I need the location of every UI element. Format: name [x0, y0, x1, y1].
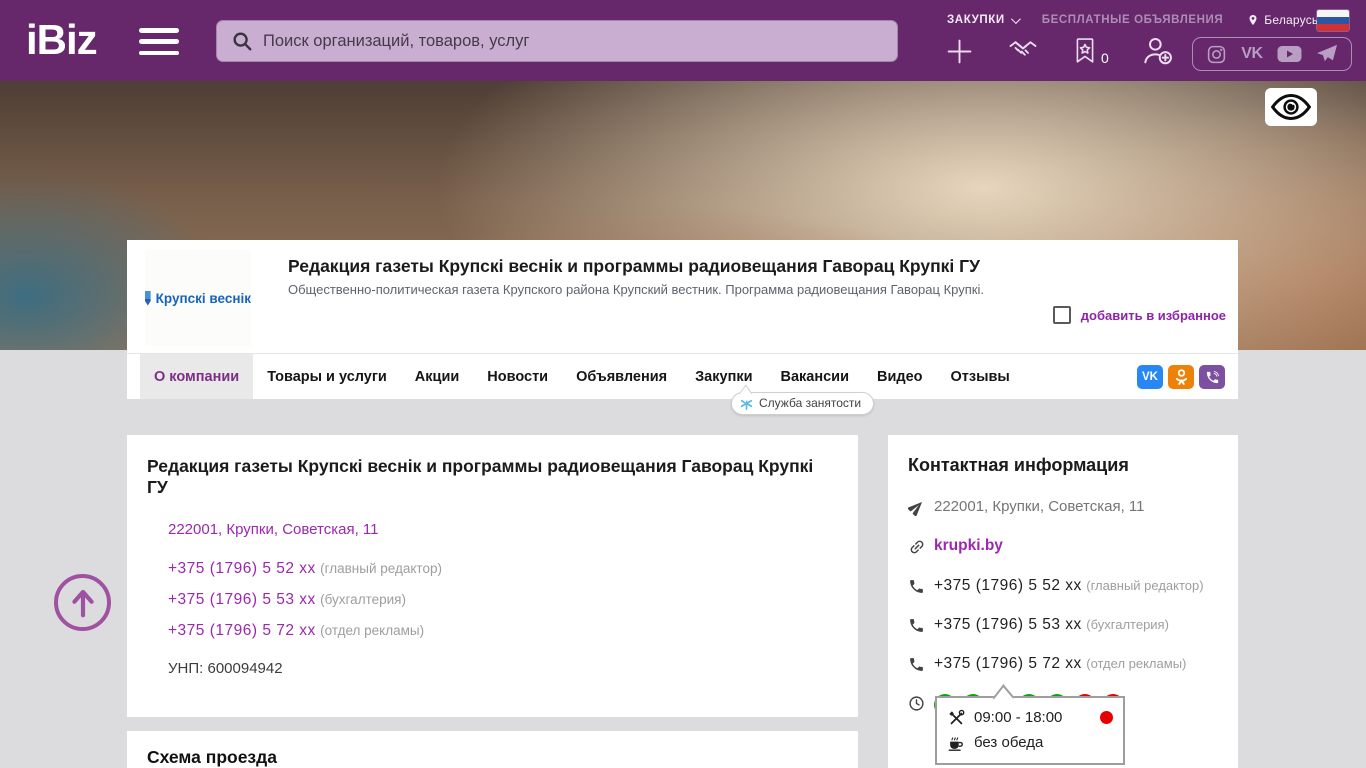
about-section: Редакция газеты Крупскі веснік и програм… [127, 435, 858, 717]
tab-products[interactable]: Товары и услуги [253, 354, 401, 399]
contact-phone-row: +375 (1796) 5 52 xx (главный редактор) [908, 577, 1218, 600]
free-ads-link[interactable]: БЕСПЛАТНЫЕ ОБЪЯВЛЕНИЯ [1042, 14, 1224, 26]
schedule-lunch-row: без обеда [947, 730, 1113, 755]
employment-asterisk-icon [740, 396, 753, 410]
about-phone-row: +375 (1796) 5 72 xx (отдел рекламы) [168, 622, 838, 640]
telegram-icon[interactable] [1316, 44, 1338, 64]
clock-icon [908, 694, 934, 717]
search-bar [216, 20, 898, 62]
map-section: Схема проезда [127, 731, 858, 768]
tab-about[interactable]: О компании [140, 354, 254, 399]
scroll-to-top-button[interactable] [54, 574, 111, 631]
contact-phone-row: +375 (1796) 5 72 xx (отдел рекламы) [908, 655, 1218, 678]
phone-icon [908, 577, 934, 600]
phone-label: (главный редактор) [1086, 578, 1204, 593]
person-add-icon[interactable] [1142, 36, 1174, 66]
employment-service-badge[interactable]: Служба занятости [731, 392, 875, 415]
hamburger-menu-icon[interactable] [139, 28, 179, 55]
about-title: Редакция газеты Крупскі веснік и програм… [147, 456, 814, 498]
website-link[interactable]: krupki.by [934, 537, 1003, 555]
about-phone-row: +375 (1796) 5 52 xx (главный редактор) [168, 560, 838, 578]
phone-label: (бухгалтерия) [1086, 617, 1169, 632]
lang-flag-ru[interactable] [1317, 10, 1349, 31]
tab-ads[interactable]: Объявления [562, 354, 681, 399]
schedule-lunch: без обеда [974, 734, 1044, 751]
accessibility-eye-button[interactable] [1265, 88, 1317, 126]
vk-icon[interactable]: VK [1241, 45, 1263, 63]
closed-now-indicator [1100, 711, 1113, 724]
company-card: Крупскі веснік Редакция газеты Крупскі в… [127, 240, 1238, 399]
phone-link[interactable]: +375 (1796) 5 53 xx [168, 591, 316, 608]
contact-info-title: Контактная информация [908, 455, 1129, 475]
company-tabs: О компании Товары и услуги Акции Новости… [127, 353, 1238, 399]
page: iBiz ЗАКУПКИ БЕСПЛАТНЫЕ ОБЪЯВЛЕНИЯ Белар… [0, 0, 1366, 768]
add-plus-icon[interactable] [945, 37, 974, 66]
tab-promos[interactable]: Акции [401, 354, 473, 399]
country-selector[interactable]: Беларусь [1247, 13, 1318, 27]
search-icon [233, 32, 252, 51]
map-title: Схема проезда [147, 747, 277, 767]
youtube-icon[interactable] [1277, 45, 1302, 63]
contact-phone-row: +375 (1796) 5 53 xx (бухгалтерия) [908, 616, 1218, 639]
tools-icon [949, 709, 965, 724]
header: iBiz ЗАКУПКИ БЕСПЛАТНЫЕ ОБЪЯВЛЕНИЯ Белар… [0, 0, 1366, 81]
phone-icon [908, 655, 934, 678]
contact-address-row: 222001, Крупки, Советская, 11 [906, 498, 1218, 521]
up-arrow-icon [71, 589, 94, 617]
schedule-tooltip: 09:00 - 18:00 без обеда [935, 696, 1125, 765]
company-social-buttons: VK [1137, 365, 1225, 389]
viber-phone-icon [1206, 370, 1219, 383]
odnoklassniki-button[interactable] [1168, 365, 1194, 389]
zakupki-menu[interactable]: ЗАКУПКИ [947, 13, 1021, 26]
about-phone-row: +375 (1796) 5 53 xx (бухгалтерия) [168, 591, 838, 609]
contact-address: 222001, Крупки, Советская, 11 [934, 498, 1145, 515]
viber-button[interactable] [1199, 365, 1225, 389]
phone-link[interactable]: +375 (1796) 5 72 xx [168, 622, 316, 639]
add-favorite-control[interactable]: добавить в избранное [1052, 306, 1226, 324]
phone-label: (бухгалтерия) [320, 591, 406, 607]
schedule-hours: 09:00 - 18:00 [974, 709, 1063, 726]
phone-link[interactable]: +375 (1796) 5 52 xx [168, 560, 316, 577]
phone-label: (отдел рекламы) [1086, 656, 1187, 671]
vk-button[interactable]: VK [1137, 365, 1163, 389]
header-action-icons: 0 [945, 36, 1174, 66]
tab-video[interactable]: Видео [863, 354, 937, 399]
instagram-icon[interactable] [1206, 44, 1227, 65]
ibiz-logo[interactable]: iBiz [26, 16, 98, 64]
navigation-arrow-icon [906, 498, 934, 521]
handshake-icon[interactable] [1007, 36, 1039, 66]
favorites-count: 0 [1101, 50, 1109, 66]
tab-news[interactable]: Новости [473, 354, 562, 399]
phone-label: (отдел рекламы) [320, 622, 425, 638]
contact-info-section: Контактная информация 222001, Крупки, Со… [888, 435, 1238, 768]
about-address-link[interactable]: 222001, Крупки, Советская, 11 [168, 521, 838, 538]
ok-person-icon [1175, 368, 1187, 385]
eye-icon [1271, 94, 1311, 120]
header-top-links: ЗАКУПКИ БЕСПЛАТНЫЕ ОБЪЯВЛЕНИЯ Беларусь [947, 13, 1318, 27]
contact-phone: +375 (1796) 5 72 xx [934, 655, 1082, 672]
company-logo-shield-icon [145, 290, 151, 306]
company-title: Редакция газеты Крупскі веснік и програм… [288, 256, 980, 276]
company-unp: УНП: 600094942 [168, 659, 283, 677]
company-logo: Крупскі веснік [145, 250, 251, 346]
phone-icon [908, 616, 934, 639]
location-pin-icon [1249, 15, 1257, 25]
link-icon [908, 537, 934, 561]
search-input[interactable] [263, 31, 883, 51]
contact-phone: +375 (1796) 5 52 xx [934, 577, 1082, 594]
employment-label: Служба занятости [759, 396, 862, 410]
favorite-checkbox[interactable] [1052, 306, 1071, 324]
phone-label: (главный редактор) [320, 560, 442, 576]
company-subtitle: Общественно-политическая газета Крупског… [288, 282, 984, 297]
favorite-label: добавить в избранное [1080, 307, 1226, 323]
company-logo-text: Крупскі веснік [155, 290, 251, 306]
chevron-down-icon [1010, 13, 1021, 24]
contact-phone: +375 (1796) 5 53 xx [934, 616, 1082, 633]
header-social-box: VK [1192, 37, 1352, 71]
contact-website-row: krupki.by [908, 537, 1218, 561]
tab-reviews[interactable]: Отзывы [937, 354, 1024, 399]
coffee-cup-icon [948, 736, 963, 751]
schedule-hours-row: 09:00 - 18:00 [947, 705, 1113, 730]
favorites-bookmark-icon[interactable]: 0 [1072, 36, 1109, 66]
